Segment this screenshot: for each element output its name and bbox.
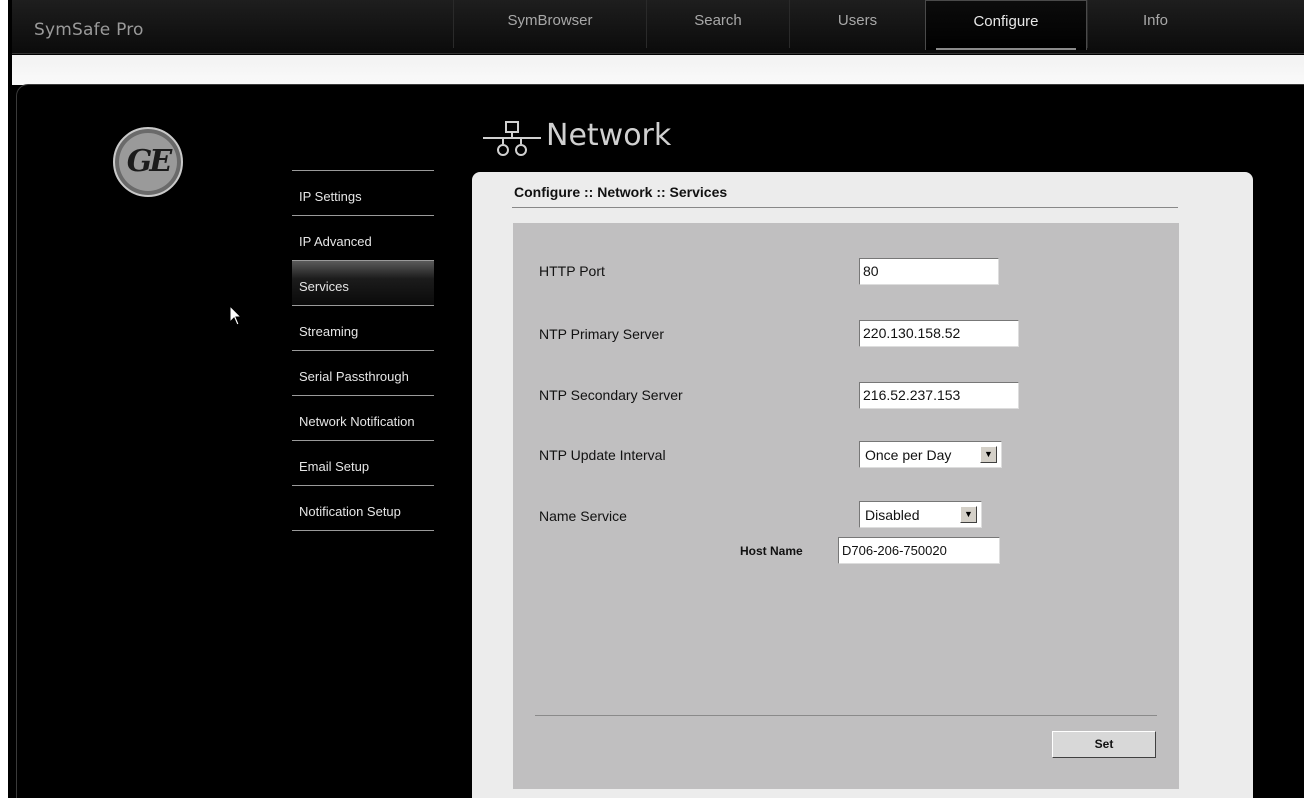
name-service-value: Disabled: [865, 507, 920, 523]
breadcrumb: Configure :: Network :: Services: [514, 184, 728, 200]
tab-users[interactable]: Users: [789, 0, 925, 48]
sidebar-divider: [292, 530, 434, 531]
header-strip: [12, 55, 1304, 85]
ntp-interval-value: Once per Day: [865, 447, 952, 463]
tab-configure[interactable]: Configure: [925, 0, 1087, 50]
host-name-input[interactable]: D706-206-750020: [838, 537, 1000, 564]
host-name-label: Host Name: [740, 544, 803, 558]
sidebar-item-network-notification[interactable]: Network Notification: [292, 395, 434, 440]
tab-info[interactable]: Info: [1087, 0, 1223, 48]
sidebar-item-ip-settings[interactable]: IP Settings: [292, 170, 434, 215]
sidebar-item-label: Streaming: [299, 324, 359, 339]
page-title: Network: [546, 118, 672, 153]
services-form: HTTP Port 80 NTP Primary Server 220.130.…: [513, 223, 1179, 789]
app-brand: SymSafe Pro: [34, 20, 144, 40]
http-port-input[interactable]: 80: [859, 258, 999, 285]
tab-label: SymBrowser: [507, 12, 593, 29]
side-nav: IP Settings IP Advanced Services Streami…: [292, 170, 434, 531]
sidebar-item-streaming[interactable]: Streaming: [292, 305, 434, 350]
form-divider: [535, 715, 1157, 716]
sidebar-item-label: Network Notification: [299, 414, 415, 429]
sidebar-item-label: Notification Setup: [299, 504, 401, 519]
sidebar-item-services[interactable]: Services: [292, 260, 434, 305]
logo-text: GE: [126, 144, 173, 179]
set-button[interactable]: Set: [1052, 731, 1156, 758]
http-port-label: HTTP Port: [539, 263, 605, 279]
sidebar-item-ip-advanced[interactable]: IP Advanced: [292, 215, 434, 260]
sidebar-item-label: Serial Passthrough: [299, 369, 409, 384]
tab-label: Configure: [973, 13, 1039, 30]
sidebar-item-label: Email Setup: [299, 459, 370, 474]
network-icon: [483, 121, 541, 156]
top-nav-bar: SymSafe Pro SymBrowser Search Users Conf…: [12, 0, 1304, 54]
ntp-primary-label: NTP Primary Server: [539, 326, 664, 342]
window-left-edge: [0, 0, 12, 798]
sidebar-item-label: Services: [299, 279, 349, 294]
chevron-down-icon[interactable]: ▼: [960, 506, 977, 523]
sidebar-item-label: IP Advanced: [299, 234, 372, 249]
name-service-select[interactable]: Disabled ▼: [859, 501, 982, 528]
sidebar-item-serial-passthrough[interactable]: Serial Passthrough: [292, 350, 434, 395]
ntp-secondary-input[interactable]: 216.52.237.153: [859, 382, 1019, 409]
tab-label: Search: [694, 12, 742, 29]
tab-symbrowser[interactable]: SymBrowser: [453, 0, 646, 48]
sidebar-item-email-setup[interactable]: Email Setup: [292, 440, 434, 485]
ge-logo: GE: [113, 127, 183, 197]
tab-label: Users: [837, 12, 878, 29]
ntp-interval-label: NTP Update Interval: [539, 447, 666, 463]
mouse-pointer-icon: [229, 305, 243, 326]
tab-label: Info: [1142, 12, 1169, 29]
chevron-down-icon[interactable]: ▼: [980, 446, 997, 463]
content-panel: Configure :: Network :: Services HTTP Po…: [472, 172, 1253, 798]
name-service-label: Name Service: [539, 508, 627, 524]
sidebar-item-notification-setup[interactable]: Notification Setup: [292, 485, 434, 530]
ntp-interval-select[interactable]: Once per Day ▼: [859, 441, 1002, 468]
ntp-primary-input[interactable]: 220.130.158.52: [859, 320, 1019, 347]
sidebar-item-label: IP Settings: [299, 189, 362, 204]
breadcrumb-divider: [512, 207, 1178, 208]
ntp-secondary-label: NTP Secondary Server: [539, 387, 683, 403]
tab-search[interactable]: Search: [646, 0, 789, 48]
